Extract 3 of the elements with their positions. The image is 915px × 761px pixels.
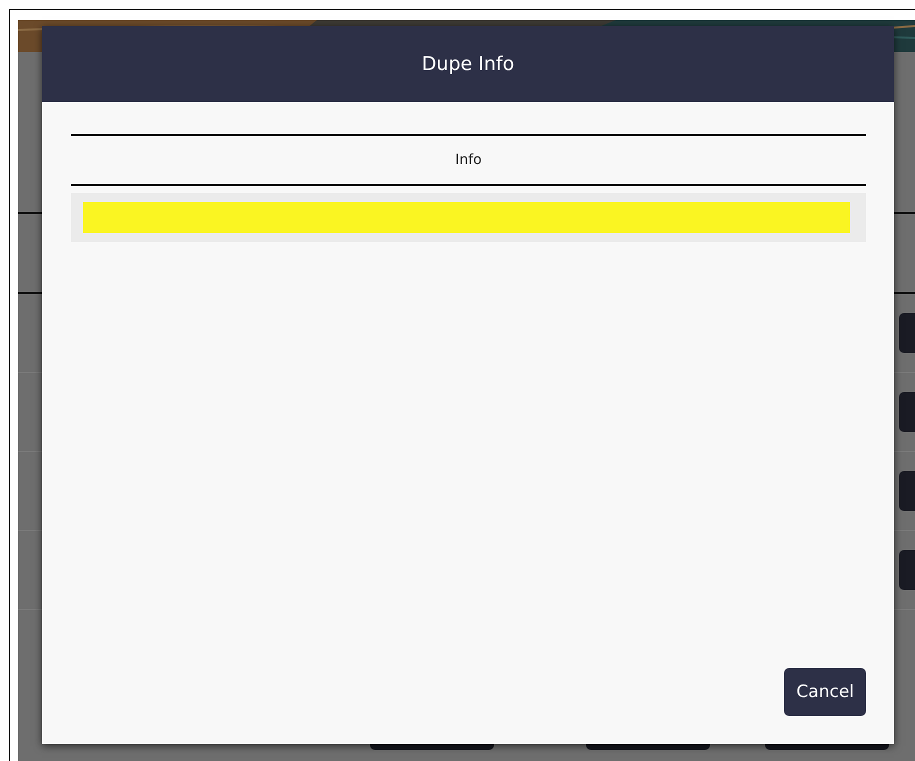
cancel-button[interactable]: Cancel: [784, 668, 866, 716]
column-header: Info: [71, 134, 866, 186]
dialog-title: Dupe Info: [42, 26, 894, 102]
